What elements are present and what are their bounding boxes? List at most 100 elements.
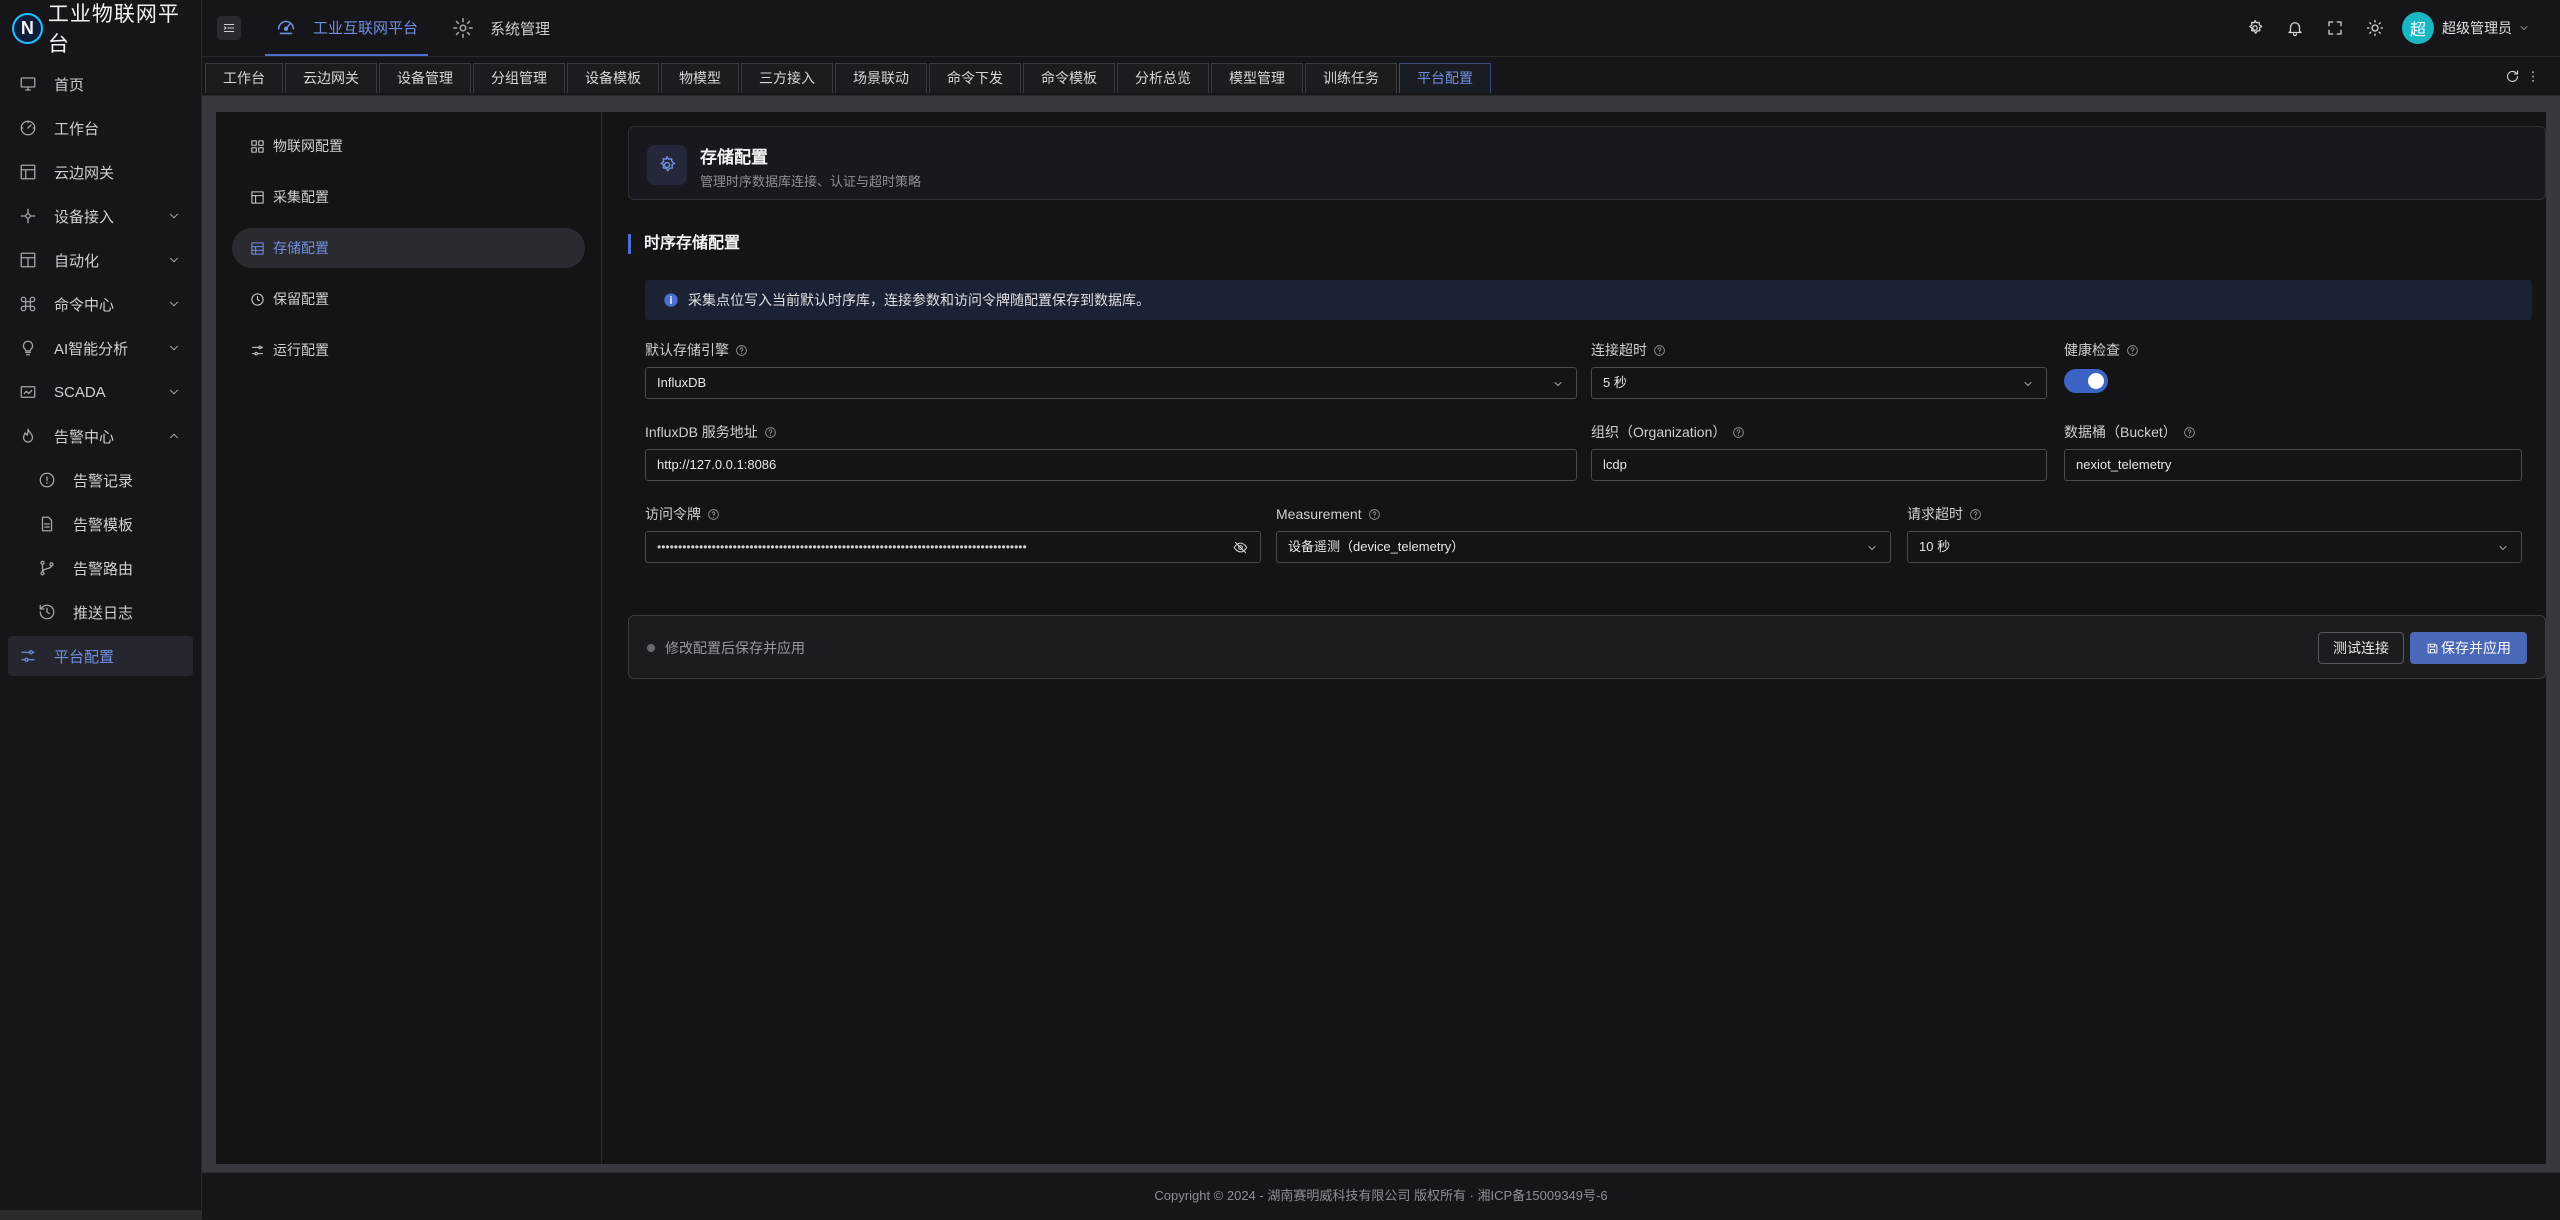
page-tab[interactable]: 训练任务: [1305, 63, 1397, 93]
chevron-down-icon[interactable]: [2518, 22, 2530, 34]
eye-off-icon[interactable]: [1233, 540, 1248, 555]
avatar[interactable]: 超: [2402, 12, 2434, 44]
health-check-field: 健康检查: [2064, 342, 2522, 393]
save-apply-button[interactable]: 保存并应用: [2410, 632, 2527, 664]
sun-icon[interactable]: [2366, 19, 2384, 37]
page-tab[interactable]: 三方接入: [741, 63, 833, 93]
subnav-item-retention-config[interactable]: 保留配置: [232, 279, 585, 319]
status-dot: [647, 644, 655, 652]
token-input[interactable]: ••••••••••••••••••••••••••••••••••••••••…: [645, 531, 1261, 563]
engine-select[interactable]: InfluxDB: [645, 367, 1577, 399]
sidebar-scrollbar[interactable]: [0, 1210, 202, 1220]
sidebar-item-ai-analysis[interactable]: AI智能分析: [0, 326, 201, 370]
help-icon[interactable]: [2183, 426, 2196, 439]
git-branch-icon: [40, 560, 54, 576]
page-tab[interactable]: 工作台: [205, 63, 283, 93]
help-icon[interactable]: [764, 426, 777, 439]
user-name[interactable]: 超级管理员: [2442, 18, 2512, 38]
help-icon[interactable]: [1368, 508, 1381, 521]
sidebar-item-platform-config[interactable]: 平台配置: [8, 636, 193, 676]
page-tabs: 工作台 云边网关 设备管理 分组管理 设备模板 物模型 三方接入 场景联动 命令…: [205, 63, 1493, 93]
refresh-icon[interactable]: [2505, 69, 2520, 84]
subnav-item-storage-config[interactable]: 存储配置: [232, 228, 585, 268]
collapse-sidebar-button[interactable]: [217, 16, 241, 40]
help-icon[interactable]: [2126, 344, 2139, 357]
page-tab[interactable]: 设备模板: [567, 63, 659, 93]
config-panel: 物联网配置 采集配置 存储配置 保留配置 运行配置 存储配置 管理时序数据库连接…: [216, 112, 2546, 1164]
help-icon[interactable]: [1969, 508, 1982, 521]
url-input[interactable]: http://127.0.0.1:8086: [645, 449, 1577, 481]
page-tab[interactable]: 模型管理: [1211, 63, 1303, 93]
bell-icon[interactable]: [2286, 19, 2304, 37]
bucket-label-text: 数据桶（Bucket）: [2064, 424, 2177, 440]
tab-system-management[interactable]: 系统管理: [442, 0, 560, 56]
file-icon: [41, 516, 53, 532]
token-label: 访问令牌: [645, 506, 1261, 522]
settings-icon[interactable]: [2246, 19, 2264, 37]
page-tab[interactable]: 设备管理: [379, 63, 471, 93]
page-tab-bar: 工作台 云边网关 设备管理 分组管理 设备模板 物模型 三方接入 场景联动 命令…: [202, 56, 2560, 95]
alert-circle-icon: [39, 472, 55, 488]
help-icon[interactable]: [735, 344, 748, 357]
engine-value: InfluxDB: [657, 375, 707, 390]
tab-iot-platform[interactable]: 工业互联网平台: [265, 0, 429, 56]
bucket-field: 数据桶（Bucket） nexiot_telemetry: [2064, 424, 2522, 481]
help-icon[interactable]: [1732, 426, 1745, 439]
fullscreen-icon[interactable]: [2326, 19, 2344, 37]
page-tab[interactable]: 命令模板: [1023, 63, 1115, 93]
app-logo[interactable]: N 工业物联网平台: [0, 0, 201, 56]
page-tab[interactable]: 分组管理: [473, 63, 565, 93]
sidebar-item-workbench[interactable]: 工作台: [0, 106, 201, 150]
token-label-text: 访问令牌: [645, 506, 701, 522]
page-tab[interactable]: 场景联动: [835, 63, 927, 93]
conn-timeout-select[interactable]: 5 秒: [1591, 367, 2047, 399]
sidebar-item-label: SCADA: [54, 383, 106, 401]
test-connection-button[interactable]: 测试连接: [2318, 632, 2404, 664]
sidebar-item-gateway[interactable]: 云边网关: [0, 150, 201, 194]
page-tab[interactable]: 物模型: [661, 63, 739, 93]
subnav-item-iot-config[interactable]: 物联网配置: [232, 126, 585, 166]
subnav-item-collect-config[interactable]: 采集配置: [232, 177, 585, 217]
sidebar-item-command-center[interactable]: 命令中心: [0, 282, 201, 326]
sidebar-item-label: 命令中心: [54, 296, 115, 314]
page-tab[interactable]: 云边网关: [285, 63, 377, 93]
app-title: 工业物联网平台: [47, 3, 180, 56]
bucket-input[interactable]: nexiot_telemetry: [2064, 449, 2522, 481]
sidebar-item-automation[interactable]: 自动化: [0, 238, 201, 282]
page-tab[interactable]: 命令下发: [929, 63, 1021, 93]
org-input[interactable]: lcdp: [1591, 449, 2047, 481]
page-tab[interactable]: 分析总览: [1117, 63, 1209, 93]
chevron-down-icon: [170, 257, 178, 263]
help-icon[interactable]: [1653, 344, 1666, 357]
sidebar-item-push-logs[interactable]: 推送日志: [0, 590, 201, 634]
org-label-text: 组织（Organization）: [1591, 424, 1727, 440]
sidebar-item-label: 云边网关: [54, 164, 115, 182]
subnav-label: 存储配置: [273, 240, 329, 256]
sidebar-item-alarm-routes[interactable]: 告警路由: [0, 546, 201, 590]
subnav-item-runtime-config[interactable]: 运行配置: [232, 330, 585, 370]
org-label: 组织（Organization）: [1591, 424, 2047, 440]
sidebar-item-label: 平台配置: [54, 648, 115, 666]
engine-label: 默认存储引擎: [645, 342, 1577, 358]
tab-label: 系统管理: [490, 20, 551, 38]
page-tab-active[interactable]: 平台配置: [1399, 63, 1491, 93]
sidebar-item-device-access[interactable]: 设备接入: [0, 194, 201, 238]
health-check-toggle[interactable]: [2064, 369, 2108, 393]
chevron-down-icon: [170, 345, 178, 351]
sliders-icon: [21, 650, 35, 662]
sidebar-item-alarm-templates[interactable]: 告警模板: [0, 502, 201, 546]
sidebar-item-alarm-center[interactable]: 告警中心: [0, 414, 201, 458]
help-icon[interactable]: [707, 508, 720, 521]
sidebar-item-scada[interactable]: SCADA: [0, 370, 201, 414]
measurement-select[interactable]: 设备遥测（device_telemetry）: [1276, 531, 1891, 563]
header-actions: 超 超级管理员: [2224, 0, 2530, 56]
sidebar-item-label: 首页: [54, 76, 85, 94]
req-timeout-select[interactable]: 10 秒: [1907, 531, 2522, 563]
sidebar-item-alarm-records[interactable]: 告警记录: [0, 458, 201, 502]
measurement-field: Measurement 设备遥测（device_telemetry）: [1276, 506, 1891, 563]
more-vertical-icon[interactable]: [2530, 69, 2536, 84]
conn-timeout-field: 连接超时 5 秒: [1591, 342, 2047, 399]
sidebar-item-label: 告警记录: [73, 472, 134, 490]
cloud-gauge-icon: [277, 20, 295, 35]
sidebar-item-home[interactable]: 首页: [0, 62, 201, 106]
